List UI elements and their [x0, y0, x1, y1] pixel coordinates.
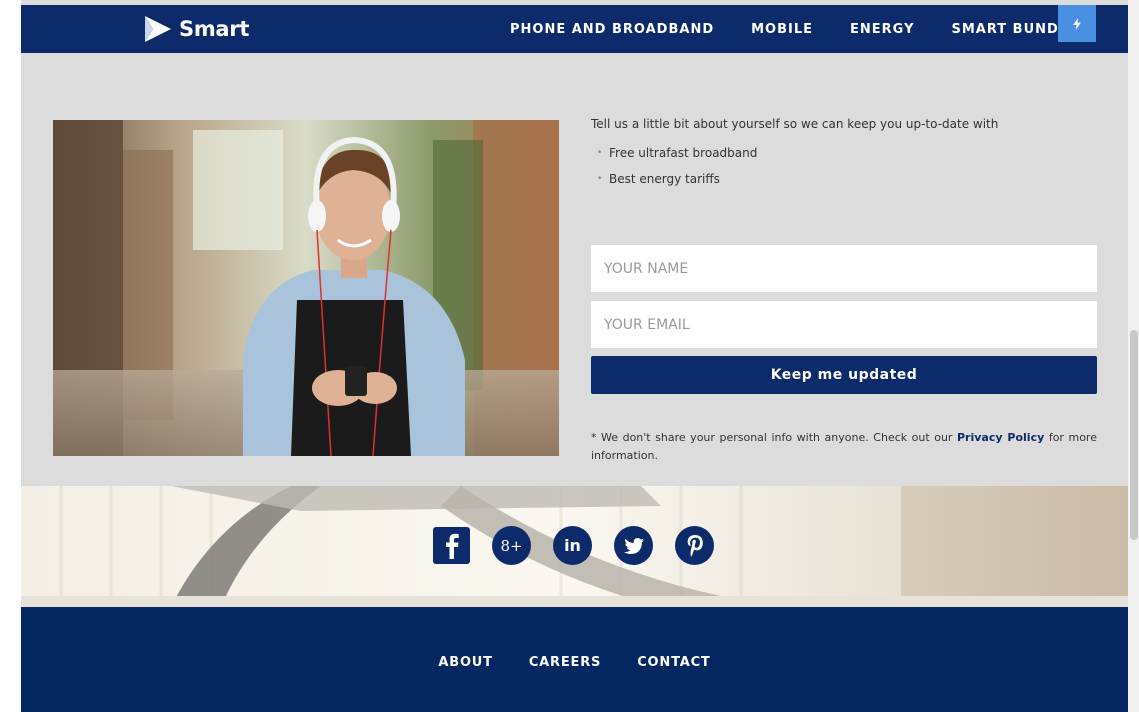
nav-energy[interactable]: ENERGY [850, 22, 914, 37]
site-footer: ABOUT CAREERS CONTACT [21, 607, 1128, 712]
social-links: 8+ in [433, 526, 714, 565]
benefit-item: Best energy tariffs [591, 166, 1097, 192]
nav-mobile[interactable]: MOBILE [751, 22, 813, 37]
privacy-disclaimer: * We don't share your personal info with… [591, 429, 1097, 465]
quick-action-button[interactable] [1058, 5, 1096, 42]
footer-link-about[interactable]: ABOUT [438, 655, 492, 670]
benefit-item: Free ultrafast broadband [591, 140, 1097, 166]
nav-phone-broadband[interactable]: PHONE AND BROADBAND [510, 22, 714, 37]
page-scrollbar-thumb[interactable] [1130, 330, 1138, 540]
linkedin-icon: in [564, 536, 581, 555]
logo-icon [145, 16, 171, 42]
twitter-icon [623, 537, 644, 554]
main-nav: PHONE AND BROADBAND MOBILE ENERGY SMART … [510, 5, 1078, 53]
site-header: Smart PHONE AND BROADBAND MOBILE ENERGY … [21, 5, 1128, 53]
signup-intro: Tell us a little bit about yourself so w… [591, 117, 999, 131]
footer-link-careers[interactable]: CAREERS [529, 655, 601, 670]
google-plus-link[interactable]: 8+ [492, 526, 531, 565]
logo-text: Smart [179, 17, 250, 41]
name-input[interactable]: YOUR NAME [591, 245, 1097, 292]
privacy-policy-link[interactable]: Privacy Policy [957, 431, 1044, 444]
lightning-icon [1073, 17, 1081, 30]
pinterest-icon [687, 534, 703, 557]
keep-me-updated-button[interactable]: Keep me updated [591, 356, 1097, 394]
google-plus-icon: 8+ [500, 536, 523, 555]
disclaimer-text: * We don't share your personal info with… [591, 431, 957, 444]
benefit-list: Free ultrafast broadband Best energy tar… [591, 140, 1097, 192]
man-with-headphones-image [53, 120, 559, 456]
footer-link-contact[interactable]: CONTACT [637, 655, 710, 670]
pinterest-link[interactable] [675, 526, 714, 565]
signup-form: Tell us a little bit about yourself so w… [591, 113, 1097, 462]
email-input[interactable]: YOUR EMAIL [591, 301, 1097, 348]
facebook-icon [445, 533, 459, 559]
logo[interactable]: Smart [141, 11, 249, 47]
hero-photo [53, 120, 559, 456]
signup-section: Tell us a little bit about yourself so w… [21, 53, 1128, 486]
twitter-link[interactable] [614, 526, 653, 565]
linkedin-link[interactable]: in [553, 526, 592, 565]
page: Smart PHONE AND BROADBAND MOBILE ENERGY … [21, 0, 1128, 712]
social-band: 8+ in [21, 486, 1128, 607]
footer-nav: ABOUT CAREERS CONTACT [21, 655, 1128, 670]
facebook-link[interactable] [433, 527, 470, 564]
